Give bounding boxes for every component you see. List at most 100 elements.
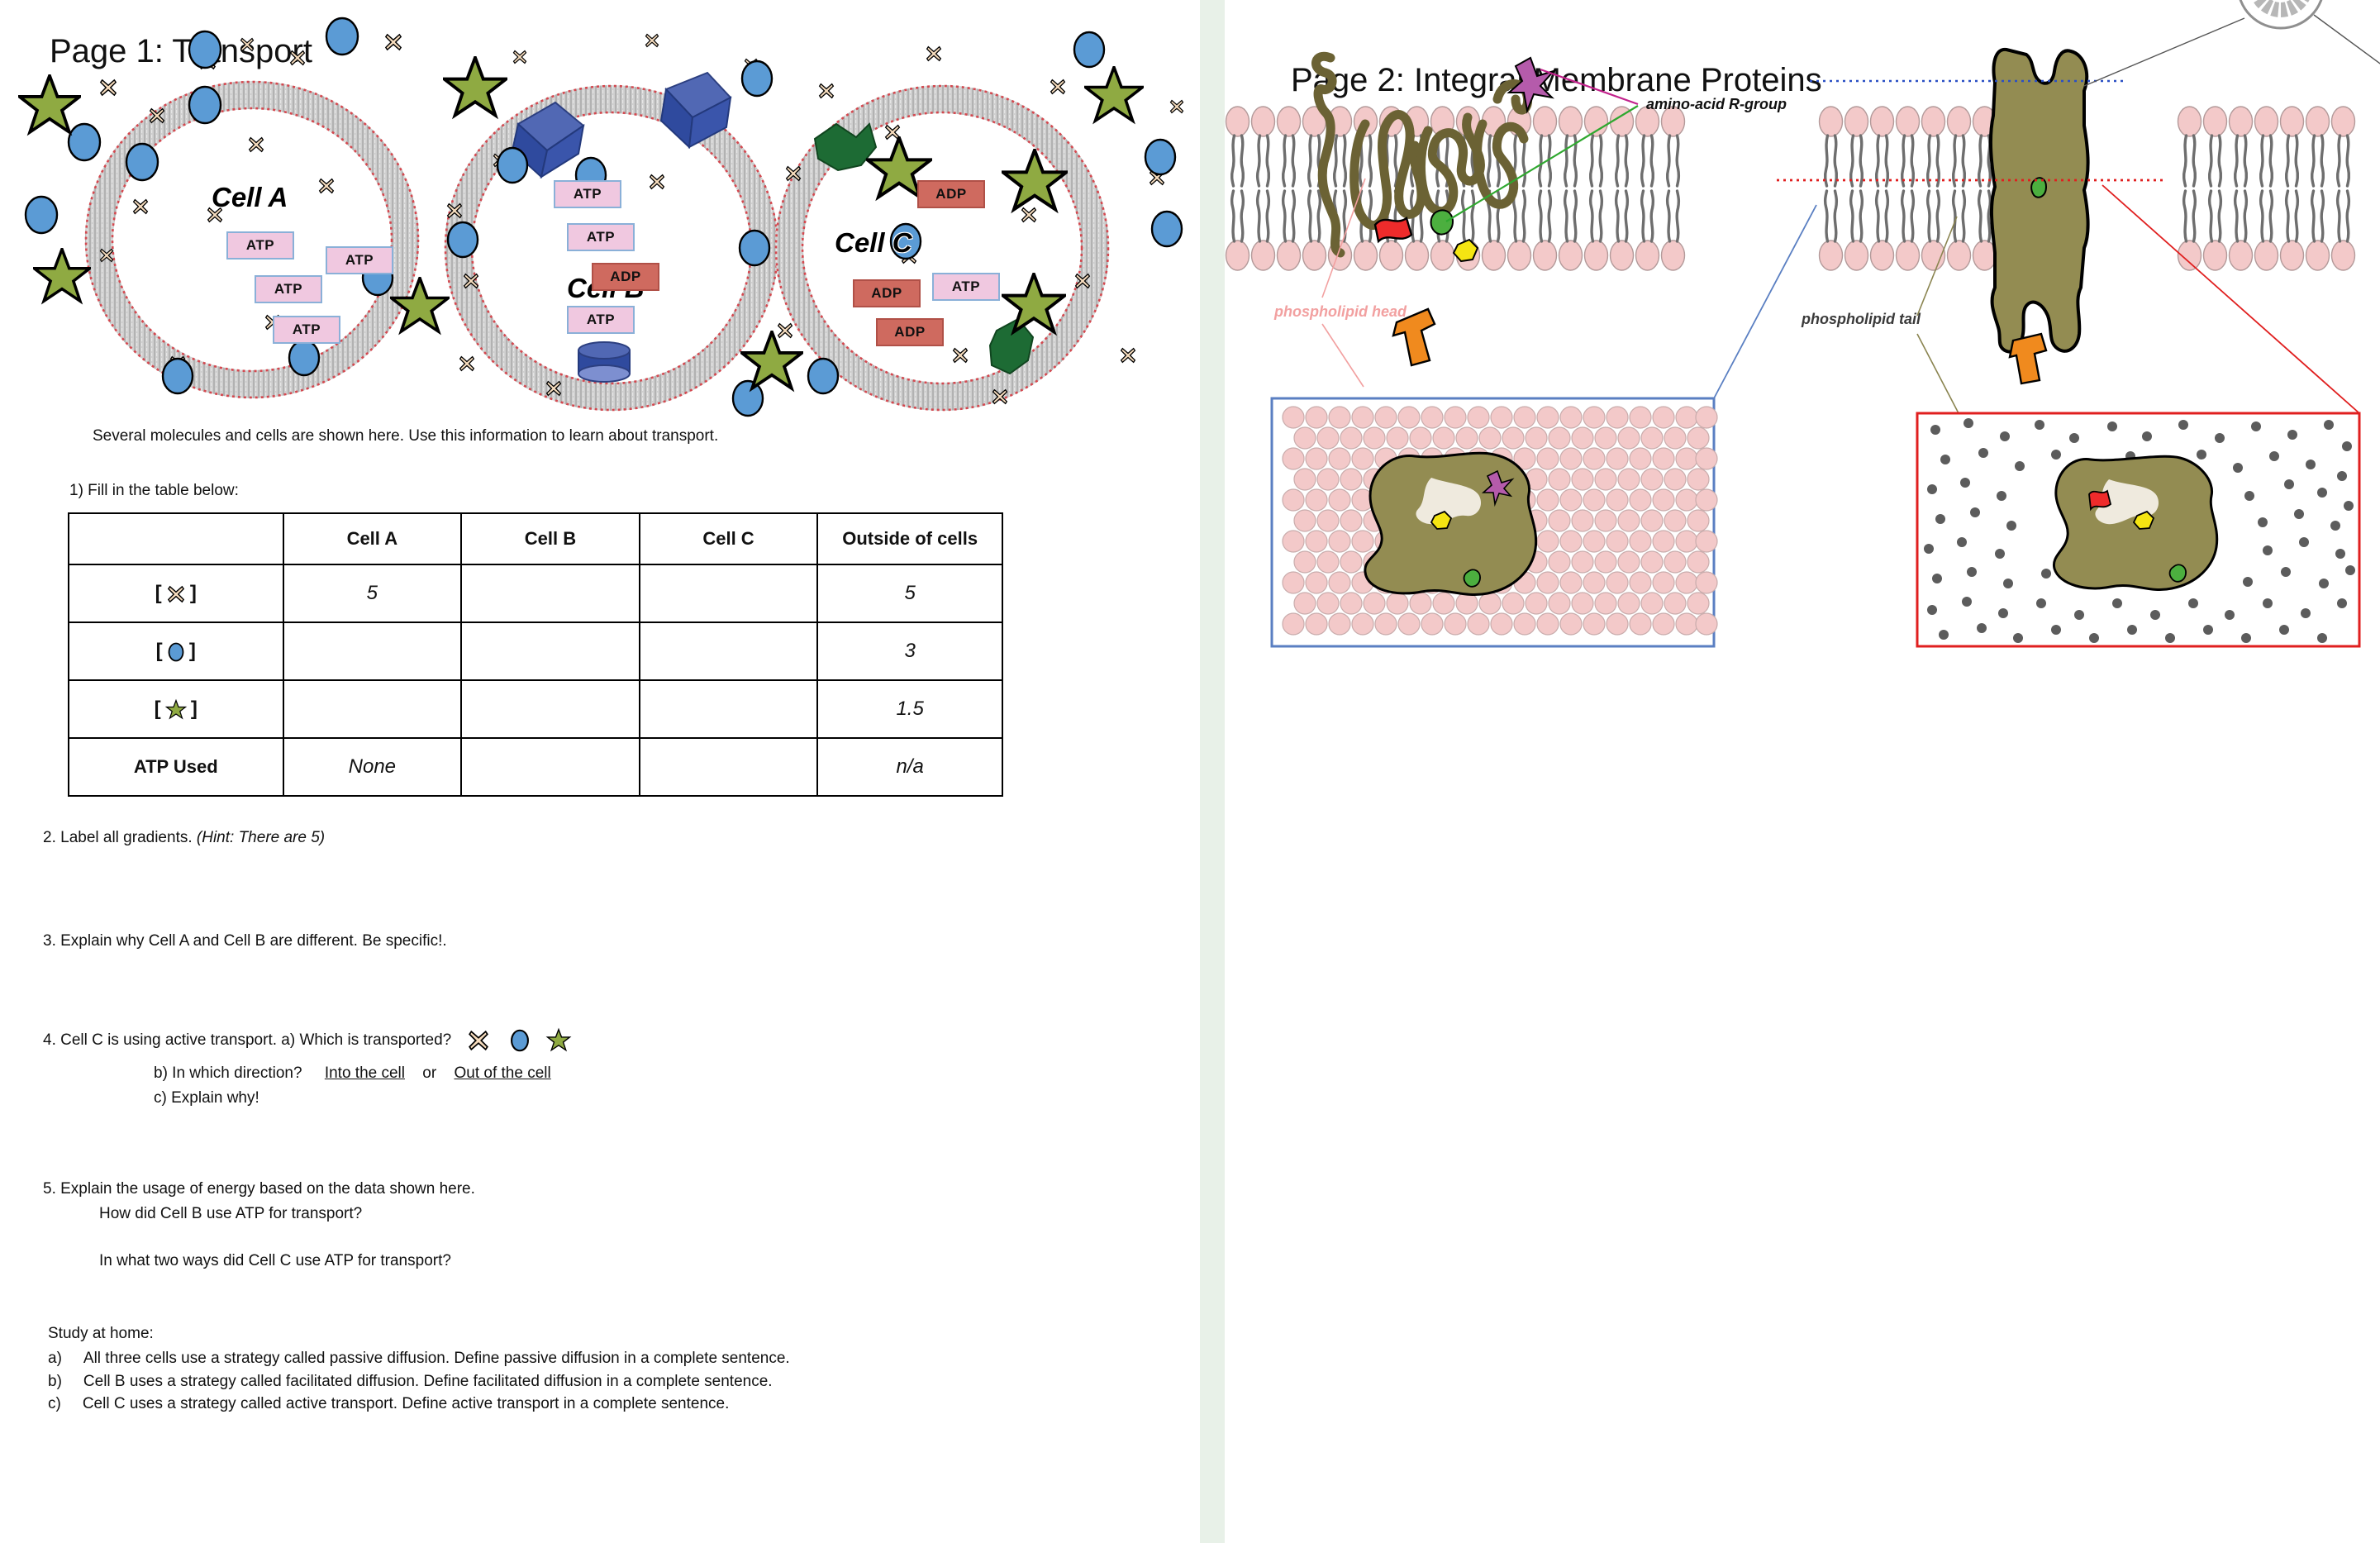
- red-wave-rgroup-icon: [1373, 217, 1413, 244]
- cell-value[interactable]: 5: [816, 564, 1003, 623]
- table-col-cell-a: Cell A: [282, 512, 463, 565]
- option-separator: or: [422, 1064, 437, 1082]
- atp-token: ATP: [226, 231, 294, 260]
- green-blob-rgroup-icon: [2030, 177, 2048, 198]
- adp-token: ADP: [592, 263, 659, 291]
- list-item: c) Cell C uses a strategy called active …: [48, 1393, 1155, 1416]
- option-into-the-cell[interactable]: Into the cell: [325, 1064, 405, 1082]
- cell-c-name: Cell C: [835, 227, 912, 258]
- worksheet-root: Page 1: Transport Cell A Cell C ATP ATP …: [0, 0, 2380, 1543]
- green-blob-rgroup-icon: [1430, 209, 1454, 236]
- table-col-blank: [68, 512, 284, 565]
- question-5-line-2: How did Cell B use ATP for transport?: [99, 1205, 363, 1222]
- table-row: [ ] 3: [68, 621, 1003, 681]
- inset-connector-left: [1713, 204, 1817, 399]
- row-label-circle-molecule: [ ]: [68, 621, 284, 681]
- x-molecule-icon: [167, 585, 184, 603]
- list-marker: c): [48, 1395, 61, 1413]
- option-out-of-the-cell[interactable]: Out of the cell: [454, 1064, 550, 1082]
- star-molecule-icon: [545, 1027, 572, 1052]
- list-marker: a): [48, 1350, 62, 1367]
- list-text: Cell C uses a strategy called active tra…: [82, 1395, 730, 1413]
- orange-bent-rgroup-icon: [2008, 332, 2048, 385]
- page-gutter: [1200, 0, 1225, 1543]
- circle-molecule-icon: [168, 642, 184, 662]
- cell-value[interactable]: n/a: [816, 737, 1003, 797]
- cell-value[interactable]: [638, 679, 819, 739]
- cell-value[interactable]: [638, 737, 819, 797]
- green-blob-rgroup-icon: [2168, 564, 2187, 583]
- cell-value[interactable]: [460, 737, 640, 797]
- phospholipid-tail-label: phospholipid tail: [1801, 311, 1921, 327]
- amino-acid-rgroup-label: amino-acid R-group: [1646, 96, 1787, 112]
- leader-line-rgroup-star: [1540, 68, 1639, 106]
- question-4a-text: 4. Cell C is using active transport. a) …: [43, 1031, 452, 1050]
- membrane-proteins-illustration: amino-acid R-group phospholipid head pho…: [1225, 0, 2380, 648]
- star-molecule-icon: [164, 698, 187, 720]
- question-3: 3. Explain why Cell A and Cell B are dif…: [43, 932, 447, 950]
- atp-token: ATP: [567, 223, 635, 251]
- row-label-atp-used: ATP Used: [68, 737, 284, 797]
- cell-value[interactable]: [282, 679, 463, 739]
- page-1: Page 1: Transport Cell A Cell C ATP ATP …: [0, 0, 1200, 1543]
- cell-value[interactable]: [460, 621, 640, 681]
- question-4-line-2: b) In which direction? Into the cell or …: [154, 1062, 551, 1085]
- row-label-x-molecule: [ ]: [68, 564, 284, 623]
- green-blob-rgroup-icon: [1463, 569, 1481, 588]
- list-item: b) Cell B uses a strategy called facilit…: [48, 1370, 1155, 1393]
- question-5-line-3: In what two ways did Cell C use ATP for …: [99, 1252, 451, 1269]
- concentration-table: Cell A Cell B Cell C Outside of cells [ …: [68, 512, 1003, 797]
- cell-value[interactable]: 5: [282, 564, 463, 623]
- cell-value[interactable]: [460, 564, 640, 623]
- channel-protein-bottom-icon: [578, 341, 631, 383]
- membrane-ring-inset: [2239, 0, 2323, 30]
- question-4b-text: b) In which direction?: [154, 1064, 302, 1082]
- red-wave-rgroup-icon: [2088, 489, 2112, 512]
- table-row: [ ] 1.5: [68, 679, 1003, 739]
- page-2: Page 2: Integral Membrane Proteins amino…: [1225, 0, 2380, 1543]
- cell-value[interactable]: [638, 621, 819, 681]
- cell-value[interactable]: [282, 621, 463, 681]
- question-4-line-1: 4. Cell C is using active transport. a) …: [43, 1027, 575, 1052]
- question-2-hint: (Hint: There are 5): [196, 829, 326, 846]
- study-at-home-header: Study at home:: [48, 1325, 154, 1342]
- list-text: Cell B uses a strategy called facilitate…: [83, 1372, 773, 1390]
- cell-value[interactable]: None: [282, 737, 463, 797]
- cell-value[interactable]: [460, 679, 640, 739]
- table-header-row: Cell A Cell B Cell C Outside of cells: [68, 512, 1003, 565]
- cell-a-name: Cell A: [212, 182, 288, 212]
- row-label-star-molecule: [ ]: [68, 679, 284, 739]
- adp-token: ADP: [917, 180, 985, 208]
- cell-value[interactable]: 3: [816, 621, 1003, 681]
- x-molecule-icon: [468, 1030, 488, 1051]
- question-4-line-3: c) Explain why!: [154, 1089, 259, 1107]
- table-col-cell-b: Cell B: [460, 512, 640, 565]
- list-marker: b): [48, 1372, 62, 1390]
- diagram-caption: Several molecules and cells are shown he…: [93, 427, 719, 445]
- left-bilayer: amino-acid R-group phospholipid head: [1225, 51, 1787, 388]
- hydrophilic-environment-inset: [1270, 397, 1718, 648]
- table-col-outside: Outside of cells: [816, 512, 1003, 565]
- protein-blob-left-inset: [1364, 451, 1538, 597]
- atp-token: ATP: [567, 306, 635, 334]
- table-row: [ ] 5 5: [68, 564, 1003, 623]
- atp-token: ATP: [932, 273, 1000, 301]
- transport-protein-shape: [1988, 47, 2090, 354]
- atp-token: ATP: [554, 180, 621, 208]
- question-2-text: 2. Label all gradients.: [43, 829, 193, 846]
- atp-token: ATP: [326, 246, 393, 274]
- transport-diagram: Cell A Cell B Cell C ATP ATP ATP ATP ATP…: [0, 0, 1200, 430]
- cell-value[interactable]: [638, 564, 819, 623]
- phospholipid-head-label: phospholipid head: [1273, 303, 1407, 320]
- atp-token: ATP: [273, 316, 340, 344]
- adp-token: ADP: [853, 279, 921, 307]
- table-row: ATP Used None n/a: [68, 737, 1003, 797]
- cell-value[interactable]: 1.5: [816, 679, 1003, 739]
- question-5-line-1: 5. Explain the usage of energy based on …: [43, 1180, 475, 1198]
- atp-token: ATP: [255, 275, 322, 303]
- table-col-cell-c: Cell C: [638, 512, 819, 565]
- hydrophobic-environment-inset: [1916, 412, 2361, 648]
- question-2: 2. Label all gradients. (Hint: There are…: [43, 826, 325, 850]
- study-at-home-list: a) All three cells use a strategy called…: [48, 1347, 1155, 1416]
- cells-illustration: [18, 17, 1184, 417]
